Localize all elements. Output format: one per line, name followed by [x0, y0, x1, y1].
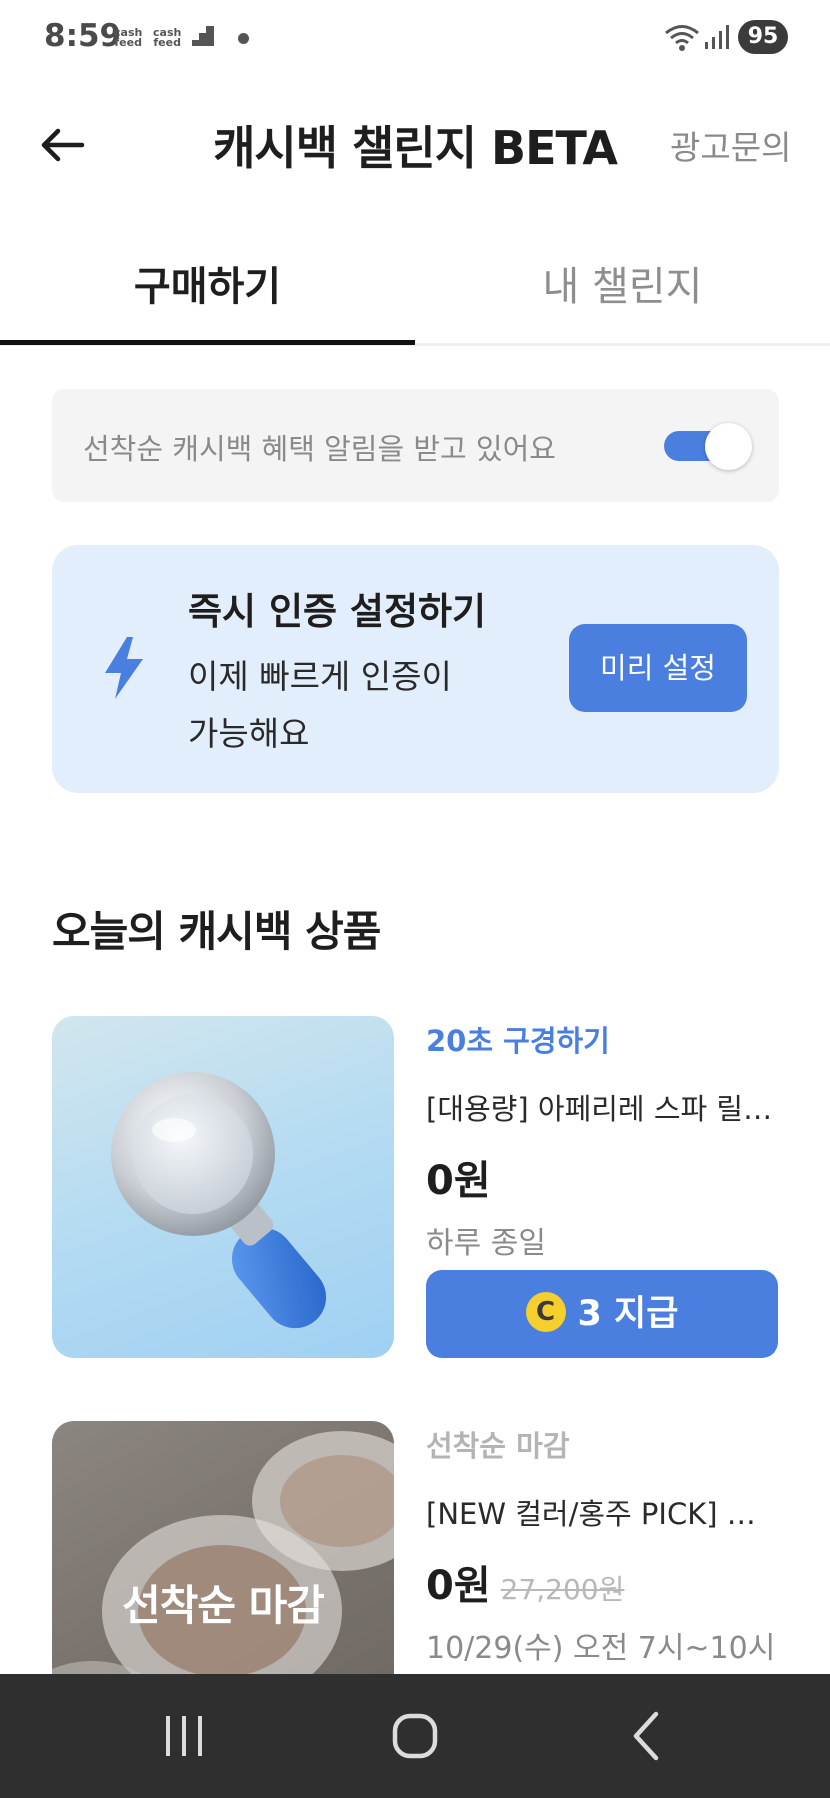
cashfeed-app-icon-2: cash feed	[153, 26, 182, 49]
price-row: 0원 27,200원	[426, 1553, 778, 1609]
notification-setting: 선착순 캐시백 혜택 알림을 받고 있어요	[52, 389, 779, 502]
ad-inquiry-link[interactable]: 광고문의	[670, 121, 791, 169]
nav-back-button[interactable]	[614, 1704, 678, 1768]
home-icon	[392, 1713, 438, 1759]
status-bar: 8:59 cash feed cash feed 95	[0, 0, 830, 76]
instant-auth-description: 이제 빠르게 인증이 가능해요	[188, 657, 452, 753]
section-title: 오늘의 캐시백 상품	[52, 907, 381, 956]
notification-label: 선착순 캐시백 혜택 알림을 받고 있어요	[83, 432, 556, 466]
signal-icon	[705, 25, 729, 49]
product-info-2[interactable]: 선착순 마감 [NEW 컬러/홍주 PICK] 블… 0원 27,200원 10/…	[426, 1421, 778, 1667]
back-button[interactable]	[36, 118, 92, 174]
tab-bar: 구매하기 내 챌린지	[0, 236, 830, 346]
recent-apps-button[interactable]	[152, 1704, 216, 1768]
product-price: 0원	[426, 1158, 491, 1204]
soldout-overlay-label: 선착순 마감	[122, 1581, 325, 1630]
home-button[interactable]	[383, 1704, 447, 1768]
page-title: 캐시백 챌린지 BETA	[213, 121, 618, 175]
preset-button[interactable]: 미리 설정	[569, 624, 747, 712]
product-tag: 20초 구경하기	[426, 1024, 610, 1058]
arrow-left-icon	[41, 128, 85, 162]
cashback-label: 3 지급	[577, 1294, 679, 1334]
lightning-bolt-icon	[105, 637, 143, 699]
price-row: 0원	[426, 1148, 778, 1204]
system-nav-bar	[0, 1674, 830, 1798]
product-time: 10/29(수) 오전 7시~10시	[426, 1631, 776, 1666]
wifi-icon	[665, 25, 699, 51]
active-tab-indicator	[0, 340, 415, 345]
steps-icon	[192, 26, 214, 46]
chevron-left-icon	[633, 1711, 659, 1761]
product-thumbnail[interactable]	[52, 1016, 394, 1358]
status-time: 8:59	[44, 18, 122, 54]
product-time: 하루 종일	[426, 1226, 546, 1261]
coin-icon: C	[525, 1292, 566, 1332]
tab-purchase[interactable]: 구매하기	[0, 254, 415, 312]
cashback-button[interactable]: C 3 지급	[426, 1270, 778, 1358]
recent-apps-icon	[166, 1716, 202, 1756]
product-name: [대용량] 아페리레 스파 릴…	[426, 1092, 773, 1126]
toggle-knob	[705, 423, 752, 470]
tab-my-challenge[interactable]: 내 챌린지	[415, 254, 830, 312]
product-name: [NEW 컬러/홍주 PICK] 블…	[426, 1497, 778, 1531]
product-info[interactable]: 20초 구경하기 [대용량] 아페리레 스파 릴… 0원 하루 종일	[426, 1016, 778, 1262]
notification-toggle[interactable]	[664, 423, 752, 470]
magnifier-icon	[111, 1072, 327, 1329]
cashfeed-app-icon: cash feed	[114, 26, 143, 49]
notification-dot-icon	[238, 33, 249, 44]
original-price: 27,200원	[500, 1573, 625, 1606]
battery-indicator: 95	[738, 20, 788, 54]
product-tag: 선착순 마감	[426, 1429, 570, 1463]
instant-auth-card: 즉시 인증 설정하기 이제 빠르게 인증이 가능해요 미리 설정	[52, 545, 779, 793]
instant-auth-title: 즉시 인증 설정하기	[188, 590, 487, 633]
product-price: 0원	[426, 1563, 491, 1609]
